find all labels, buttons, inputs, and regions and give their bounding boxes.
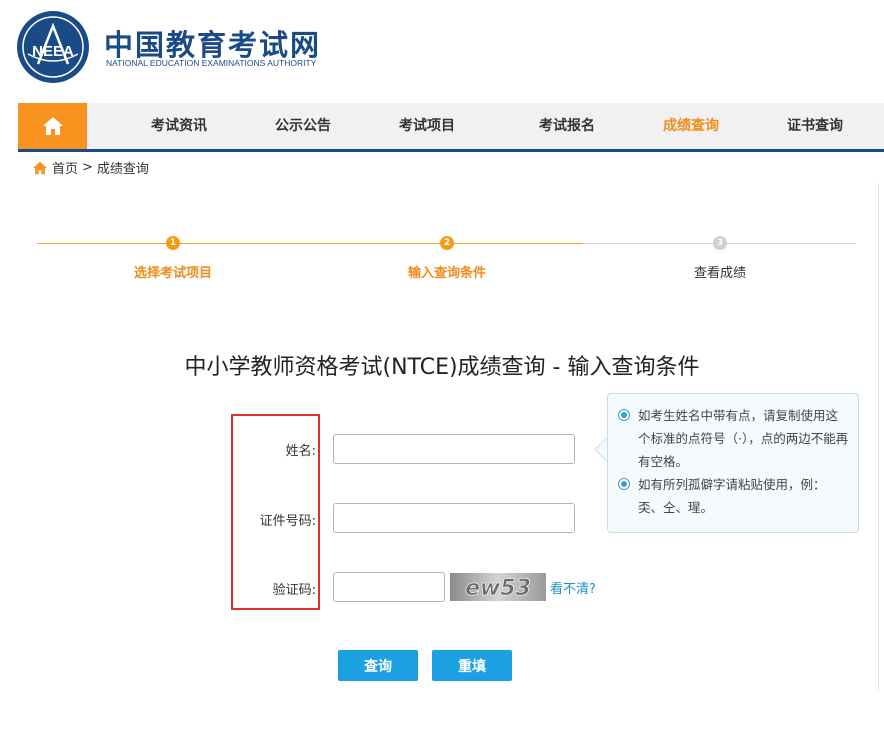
- step-progress-line-done: [37, 243, 583, 244]
- form-title: 中小学教师资格考试(NTCE)成绩查询 - 输入查询条件: [184, 355, 700, 380]
- tip-box: 如考生姓名中带有点，请复制使用这个标准的点符号（·），点的两边不能再有空格。 如…: [607, 393, 859, 533]
- id-number-label: 证件号码:: [259, 514, 316, 529]
- name-input[interactable]: [333, 434, 575, 464]
- name-label: 姓名:: [285, 444, 316, 459]
- main-nav: 考试资讯 公示公告 考试项目 考试报名 成绩查询 证书查询: [18, 103, 884, 149]
- logo-text: NEEA: [32, 43, 74, 60]
- step-3-dot: 3: [713, 236, 727, 250]
- nav-item-exam-projects[interactable]: 考试项目: [399, 103, 455, 149]
- home-icon: [33, 161, 47, 174]
- step-3-label: 查看成绩: [693, 266, 747, 281]
- id-number-input[interactable]: [333, 503, 575, 533]
- captcha-label: 验证码:: [272, 583, 316, 598]
- breadcrumb-current: 成绩查询: [96, 162, 149, 177]
- nav-home-button[interactable]: [18, 103, 87, 149]
- home-icon: [42, 117, 63, 135]
- nav-item-registration[interactable]: 考试报名: [539, 103, 595, 149]
- info-bullet-icon: [618, 478, 630, 490]
- step-2-dot: 2: [440, 236, 454, 250]
- step-2-label: 输入查询条件: [407, 266, 487, 281]
- nav-item-announcements[interactable]: 公示公告: [275, 103, 331, 149]
- tip-text: 如有所列孤僻字请粘贴使用，例：奀、仝、瑆。: [638, 477, 826, 515]
- step-1-label: 选择考试项目: [133, 266, 213, 281]
- tip-item: 如有所列孤僻字请粘贴使用，例：奀、仝、瑆。: [618, 473, 850, 519]
- breadcrumb-home-link[interactable]: 首页: [52, 158, 78, 177]
- neea-logo: NEEA: [17, 11, 89, 83]
- content-right-border: [878, 183, 879, 690]
- site-subtitle: NATIONAL EDUCATION EXAMINATIONS AUTHORIT…: [106, 58, 317, 68]
- query-button[interactable]: 查询: [338, 650, 418, 681]
- nav-item-exam-news[interactable]: 考试资讯: [151, 103, 207, 149]
- nav-underline: [18, 149, 884, 152]
- reset-button[interactable]: 重填: [432, 650, 512, 681]
- step-1-dot: 1: [166, 236, 180, 250]
- nav-item-certificate-query[interactable]: 证书查询: [787, 103, 843, 149]
- captcha-input[interactable]: [333, 572, 445, 602]
- captcha-refresh-link[interactable]: 看不清?: [550, 578, 596, 597]
- breadcrumb: 首页 > 成绩查询: [32, 158, 149, 177]
- info-bullet-icon: [618, 409, 630, 421]
- breadcrumb-separator: >: [82, 160, 93, 175]
- tip-text: 如考生姓名中带有点，请复制使用这个标准的点符号（·），点的两边不能再有空格。: [638, 408, 849, 469]
- captcha-image[interactable]: ew53: [450, 573, 546, 601]
- nav-item-score-query[interactable]: 成绩查询: [663, 103, 719, 149]
- tip-item: 如考生姓名中带有点，请复制使用这个标准的点符号（·），点的两边不能再有空格。: [618, 404, 850, 473]
- captcha-text: ew53: [465, 576, 531, 601]
